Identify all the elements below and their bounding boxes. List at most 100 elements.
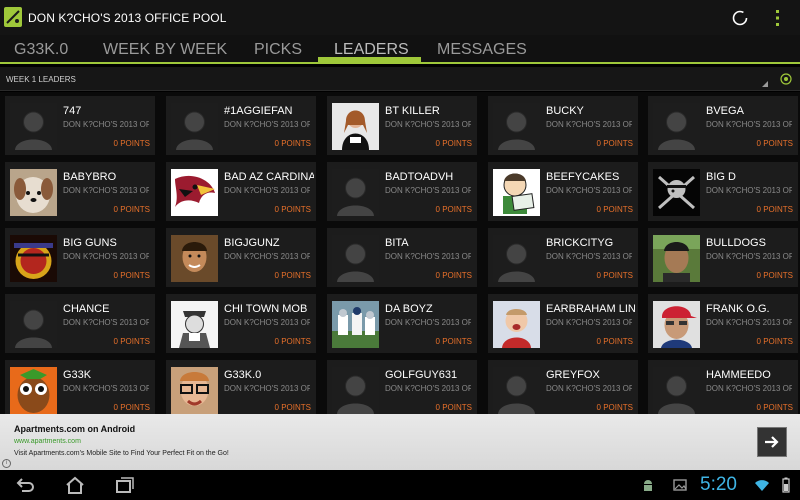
info-icon[interactable]: i	[2, 459, 11, 468]
avatar	[332, 301, 379, 348]
leader-card[interactable]: BVEGA DON K?CHO'S 2013 OFFICE POOL 0 POINT…	[648, 96, 798, 155]
leader-name: EARBRAHAM LINCOLN	[546, 303, 636, 315]
leader-card[interactable]: BAD AZ CARDINALS DON K?CHO'S 2013 OFFICE …	[166, 162, 316, 221]
leader-points: 0 POINTS	[756, 139, 793, 148]
avatar	[171, 169, 218, 216]
avatar	[10, 301, 57, 348]
system-nav-bar: 5:20	[0, 470, 800, 500]
app-logo-icon[interactable]	[3, 6, 23, 28]
leader-points: 0 POINTS	[596, 205, 633, 214]
leader-card[interactable]: DA BOYZ DON K?CHO'S 2013 OFFICE POOL 0 POI…	[327, 294, 477, 353]
leader-name: BT KILLER	[385, 105, 440, 117]
ad-banner[interactable]: Apartments.com on Android www.apartments…	[0, 414, 800, 470]
leader-pool-name: DON K?CHO'S 2013 OFFICE POOL	[63, 318, 149, 327]
ad-title[interactable]: Apartments.com on Android	[14, 424, 135, 434]
leader-card[interactable]: 747 DON K?CHO'S 2013 OFFICE POOL 0 POINTS	[5, 96, 155, 155]
leader-card[interactable]: GREYFOX DON K?CHO'S 2013 OFFICE POOL 0 POI…	[488, 360, 638, 414]
leader-card[interactable]: BIG GUNS DON K?CHO'S 2013 OFFICE POOL 0 PO…	[5, 228, 155, 287]
leader-card[interactable]: CHI TOWN MOB DON K?CHO'S 2013 OFFICE POOL…	[166, 294, 316, 353]
leader-card[interactable]: CHANCE DON K?CHO'S 2013 OFFICE POOL 0 POIN…	[5, 294, 155, 353]
leader-points: 0 POINTS	[113, 139, 150, 148]
recent-apps-icon[interactable]	[114, 475, 136, 495]
ad-description: Visit Apartments.com's Mobile Site to Fi…	[14, 450, 229, 457]
leader-name: DA BOYZ	[385, 303, 433, 315]
avatar	[332, 235, 379, 282]
tab-messages[interactable]: MESSAGES	[437, 41, 527, 64]
leader-points: 0 POINTS	[274, 337, 311, 346]
section-header[interactable]: WEEK 1 LEADERS	[0, 67, 800, 91]
leader-points: 0 POINTS	[596, 337, 633, 346]
leader-pool-name: DON K?CHO'S 2013 OFFICE POOL	[224, 384, 310, 393]
avatar	[653, 103, 700, 150]
battery-icon	[782, 477, 790, 493]
tab-picks[interactable]: PICKS	[254, 41, 302, 64]
leader-pool-name: DON K?CHO'S 2013 OFFICE POOL	[706, 252, 792, 261]
leader-name: 747	[63, 105, 82, 117]
tab-week-by-week[interactable]: WEEK BY WEEK	[103, 41, 227, 64]
leader-card[interactable]: G33K DON K?CHO'S 2013 OFFICE POOL 0 POINTS	[5, 360, 155, 414]
leader-card[interactable]: BITA DON K?CHO'S 2013 OFFICE POOL 0 POINTS	[327, 228, 477, 287]
leader-card[interactable]: BIGJGUNZ DON K?CHO'S 2013 OFFICE POOL 0 PO…	[166, 228, 316, 287]
leader-card[interactable]: BIG D DON K?CHO'S 2013 OFFICE POOL 0 POINT…	[648, 162, 798, 221]
android-debug-icon	[644, 480, 652, 491]
avatar	[171, 367, 218, 414]
leader-name: HAMMEEDO	[706, 369, 771, 381]
active-tab-indicator	[318, 57, 421, 62]
avatar	[10, 169, 57, 216]
leader-card[interactable]: GOLFGUY631 DON K?CHO'S 2013 OFFICE POOL 0 …	[327, 360, 477, 414]
avatar	[493, 301, 540, 348]
avatar	[332, 169, 379, 216]
leader-card[interactable]: FRANK O.G. DON K?CHO'S 2013 OFFICE POOL 0 …	[648, 294, 798, 353]
avatar	[493, 169, 540, 216]
dropdown-corner-icon[interactable]	[762, 81, 768, 87]
leader-card[interactable]: #1AGGIEFAN DON K?CHO'S 2013 OFFICE POOL 0 …	[166, 96, 316, 155]
refresh-icon[interactable]	[731, 9, 749, 27]
leader-name: BITA	[385, 237, 409, 249]
avatar	[171, 103, 218, 150]
leader-name: BABYBRO	[63, 171, 117, 183]
leader-name: BVEGA	[706, 105, 744, 117]
leader-points: 0 POINTS	[274, 271, 311, 280]
home-icon[interactable]	[64, 475, 86, 495]
leader-name: FRANK O.G.	[706, 303, 770, 315]
clock: 5:20	[700, 474, 737, 495]
action-bar: DON K?CHO'S 2013 OFFICE POOL	[0, 0, 800, 35]
leader-card[interactable]: BABYBRO DON K?CHO'S 2013 OFFICE POOL 0 POI…	[5, 162, 155, 221]
section-title: WEEK 1 LEADERS	[6, 75, 76, 84]
leader-name: GREYFOX	[546, 369, 600, 381]
arrow-right-icon	[765, 436, 779, 448]
leader-pool-name: DON K?CHO'S 2013 OFFICE POOL	[385, 120, 471, 129]
leader-card[interactable]: BRICKCITYG DON K?CHO'S 2013 OFFICE POOL 0 …	[488, 228, 638, 287]
leader-pool-name: DON K?CHO'S 2013 OFFICE POOL	[224, 318, 310, 327]
leader-points: 0 POINTS	[274, 403, 311, 412]
leader-name: G33K	[63, 369, 92, 381]
leader-card[interactable]: EARBRAHAM LINCOLN DON K?CHO'S 2013 OFFICE…	[488, 294, 638, 353]
leader-name: GOLFGUY631	[385, 369, 458, 381]
leader-card[interactable]: BULLDOGS DON K?CHO'S 2013 OFFICE POOL 0 PO…	[648, 228, 798, 287]
ad-url[interactable]: www.apartments.com	[14, 438, 81, 445]
gallery-icon	[673, 479, 687, 491]
leader-pool-name: DON K?CHO'S 2013 OFFICE POOL	[224, 252, 310, 261]
avatar	[171, 301, 218, 348]
leader-name: BRICKCITYG	[546, 237, 614, 249]
back-icon[interactable]	[14, 475, 36, 495]
leader-card[interactable]: BEEFYCAKES DON K?CHO'S 2013 OFFICE POOL 0 …	[488, 162, 638, 221]
leader-card[interactable]: G33K.0 DON K?CHO'S 2013 OFFICE POOL 0 POIN…	[166, 360, 316, 414]
leader-card[interactable]: BT KILLER DON K?CHO'S 2013 OFFICE POOL 0 P…	[327, 96, 477, 155]
avatar	[653, 367, 700, 414]
overflow-menu-icon[interactable]	[770, 9, 784, 27]
leader-card[interactable]: BUCKY DON K?CHO'S 2013 OFFICE POOL 0 POINT…	[488, 96, 638, 155]
wifi-icon	[755, 480, 769, 491]
leader-card[interactable]: HAMMEEDO DON K?CHO'S 2013 OFFICE POOL 0 PO…	[648, 360, 798, 414]
leader-name: BADTOADVH	[385, 171, 454, 183]
leader-points: 0 POINTS	[274, 205, 311, 214]
leader-pool-name: DON K?CHO'S 2013 OFFICE POOL	[63, 384, 149, 393]
leader-name: BULLDOGS	[706, 237, 766, 249]
leader-card[interactable]: BADTOADVH DON K?CHO'S 2013 OFFICE POOL 0 P…	[327, 162, 477, 221]
leader-points: 0 POINTS	[113, 403, 150, 412]
avatar	[493, 367, 540, 414]
target-icon[interactable]	[780, 73, 792, 85]
tab-g33k0[interactable]: G33K.0	[14, 41, 68, 64]
leader-points: 0 POINTS	[113, 271, 150, 280]
ad-arrow-button[interactable]	[757, 427, 787, 457]
